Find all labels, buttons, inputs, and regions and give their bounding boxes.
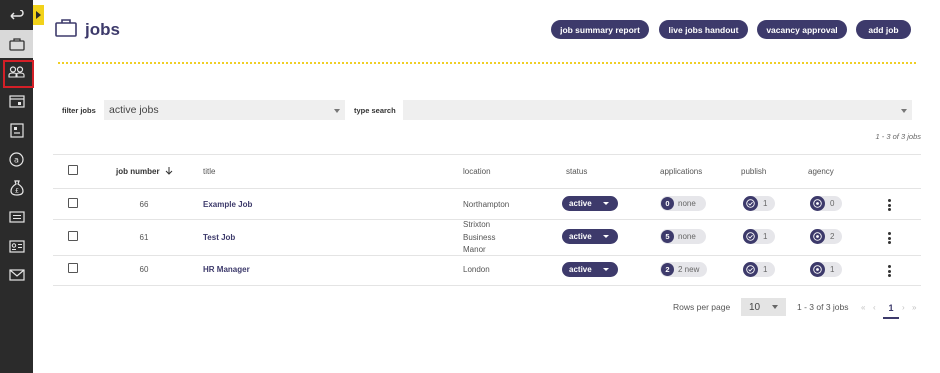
column-header-publish[interactable]: publish bbox=[741, 167, 766, 176]
agency-badge[interactable]: 1 bbox=[810, 262, 842, 277]
column-header-agency[interactable]: agency bbox=[808, 167, 834, 176]
check-circle-icon bbox=[743, 196, 758, 211]
job-location-line: Strixton bbox=[463, 220, 491, 229]
pagination-range: 1 - 3 of 3 jobs bbox=[797, 302, 849, 312]
job-number: 61 bbox=[139, 233, 149, 242]
at-sign-icon[interactable]: a bbox=[0, 145, 33, 173]
table-header-border bbox=[53, 188, 921, 189]
monitor-icon[interactable] bbox=[0, 203, 33, 231]
job-title-link[interactable]: Test Job bbox=[203, 233, 235, 242]
last-page-button[interactable]: » bbox=[912, 303, 916, 312]
check-circle-icon bbox=[743, 229, 758, 244]
back-arrow-icon[interactable] bbox=[0, 2, 33, 30]
row-divider bbox=[53, 285, 921, 286]
check-circle-icon bbox=[743, 262, 758, 277]
mail-icon[interactable] bbox=[0, 261, 33, 289]
briefcase-icon bbox=[55, 19, 77, 42]
job-title-link[interactable]: HR Manager bbox=[203, 265, 250, 274]
publish-badge[interactable]: 1 bbox=[743, 229, 775, 244]
add-job-button[interactable]: add job bbox=[856, 20, 911, 39]
column-header-job-number[interactable]: job number bbox=[116, 167, 173, 176]
column-header-location[interactable]: location bbox=[463, 167, 491, 176]
status-dropdown[interactable]: active bbox=[562, 229, 618, 244]
status-dropdown[interactable]: active bbox=[562, 196, 618, 211]
filter-jobs-label: filter jobs bbox=[62, 106, 96, 115]
rows-per-page-select[interactable]: 10 bbox=[741, 298, 786, 316]
more-options-icon[interactable] bbox=[887, 265, 891, 277]
job-location: Northampton bbox=[463, 200, 510, 209]
vacancy-approval-button[interactable]: vacancy approval bbox=[757, 20, 847, 39]
chevron-down-icon bbox=[603, 268, 609, 271]
report-icon[interactable] bbox=[0, 116, 33, 144]
id-card-icon[interactable] bbox=[0, 232, 33, 260]
svg-text:£: £ bbox=[14, 187, 18, 195]
job-location-line: Business bbox=[463, 233, 496, 242]
briefcase-icon[interactable] bbox=[0, 30, 33, 58]
select-all-checkbox[interactable] bbox=[68, 165, 78, 175]
chevron-down-icon bbox=[334, 109, 340, 113]
row-checkbox[interactable] bbox=[68, 263, 78, 273]
column-header-applications[interactable]: applications bbox=[660, 167, 702, 176]
next-page-button[interactable]: › bbox=[902, 303, 905, 312]
type-search-label: type search bbox=[354, 106, 396, 115]
agency-icon bbox=[810, 229, 825, 244]
people-icon[interactable] bbox=[0, 58, 34, 88]
agency-icon bbox=[810, 196, 825, 211]
calendar-icon[interactable] bbox=[0, 87, 33, 115]
page-1-button[interactable]: 1 bbox=[883, 303, 899, 319]
job-number: 60 bbox=[139, 265, 149, 274]
applications-badge[interactable]: 5 none bbox=[660, 229, 706, 244]
row-checkbox[interactable] bbox=[68, 231, 78, 241]
type-search-input[interactable] bbox=[403, 100, 912, 120]
agency-badge[interactable]: 0 bbox=[810, 196, 842, 211]
filter-jobs-value: active jobs bbox=[109, 104, 159, 116]
arrow-down-icon bbox=[165, 167, 173, 175]
chevron-down-icon bbox=[603, 235, 609, 238]
header-divider bbox=[58, 62, 916, 64]
job-number: 66 bbox=[139, 200, 149, 209]
svg-text:a: a bbox=[14, 155, 19, 164]
expand-rail-button[interactable] bbox=[33, 5, 44, 25]
job-location: London bbox=[463, 265, 490, 274]
publish-badge[interactable]: 1 bbox=[743, 262, 775, 277]
chevron-down-icon bbox=[901, 109, 907, 113]
job-title-link[interactable]: Example Job bbox=[203, 200, 252, 209]
nav-rail: a £ bbox=[0, 0, 34, 373]
filter-jobs-select[interactable]: active jobs bbox=[104, 100, 345, 120]
chevron-right-icon bbox=[36, 11, 41, 19]
page-title: jobs bbox=[85, 20, 120, 39]
publish-badge[interactable]: 1 bbox=[743, 196, 775, 211]
job-summary-report-button[interactable]: job summary report bbox=[551, 20, 649, 39]
money-bag-icon[interactable]: £ bbox=[0, 174, 33, 202]
row-checkbox[interactable] bbox=[68, 198, 78, 208]
rows-per-page-label: Rows per page bbox=[673, 302, 731, 312]
row-divider bbox=[53, 255, 921, 256]
live-jobs-handout-button[interactable]: live jobs handout bbox=[659, 20, 748, 39]
prev-page-button[interactable]: ‹ bbox=[873, 303, 876, 312]
column-header-status[interactable]: status bbox=[566, 167, 587, 176]
chevron-down-icon bbox=[772, 305, 778, 309]
applications-badge[interactable]: 0 none bbox=[660, 196, 706, 211]
agency-badge[interactable]: 2 bbox=[810, 229, 842, 244]
first-page-button[interactable]: « bbox=[861, 303, 865, 312]
results-count: 1 - 3 of 3 jobs bbox=[875, 132, 921, 141]
column-header-title[interactable]: title bbox=[203, 167, 215, 176]
more-options-icon[interactable] bbox=[887, 232, 891, 244]
job-location-line: Manor bbox=[463, 245, 486, 254]
agency-icon bbox=[810, 262, 825, 277]
chevron-down-icon bbox=[603, 202, 609, 205]
more-options-icon[interactable] bbox=[887, 199, 891, 211]
applications-badge[interactable]: 2 2 new bbox=[660, 262, 707, 277]
table-top-border bbox=[53, 154, 921, 155]
status-dropdown[interactable]: active bbox=[562, 262, 618, 277]
